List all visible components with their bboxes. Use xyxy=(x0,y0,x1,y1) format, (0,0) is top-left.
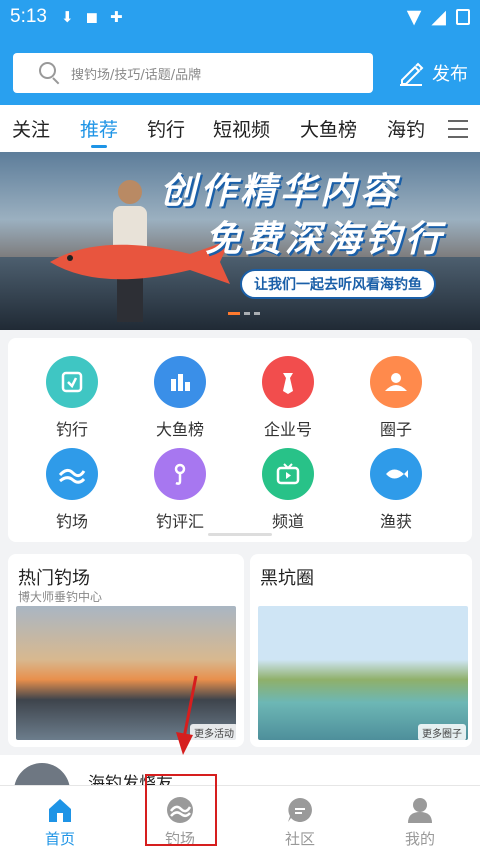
circle-icon xyxy=(370,356,422,408)
big-fish-ranking-icon xyxy=(154,356,206,408)
tab-fishing-trip[interactable]: 钓行 xyxy=(147,105,185,152)
status-notification-icons: ⬇ ◼ ✚ xyxy=(61,8,123,26)
top-header: 搜钓场/技巧/话题/品牌 发布 xyxy=(0,33,480,105)
profile-icon xyxy=(408,798,432,823)
search-placeholder: 搜钓场/技巧/话题/品牌 xyxy=(71,67,202,83)
tab-sea-fishing[interactable]: 海钓 xyxy=(387,105,425,152)
grid-item-channel[interactable]: 频道 xyxy=(238,448,338,532)
tab-follow[interactable]: 关注 xyxy=(12,105,50,152)
grid-item-circle[interactable]: 圈子 xyxy=(346,356,446,440)
grid-item-enterprise[interactable]: 企业号 xyxy=(238,356,338,440)
tab-big-fish[interactable]: 大鱼榜 xyxy=(300,105,357,152)
nav-community[interactable]: 社区 xyxy=(240,786,360,853)
grid-page-indicator xyxy=(208,533,272,536)
status-system-icons: ▼ ◢ xyxy=(407,6,470,28)
grid-item-review[interactable]: 钓评汇 xyxy=(130,448,230,532)
sunset-lake-image xyxy=(16,606,236,740)
banner-pagination xyxy=(228,312,260,315)
download-icon: ⬇ xyxy=(60,7,74,26)
grid-label: 钓评汇 xyxy=(155,512,204,531)
search-icon xyxy=(39,62,61,85)
more-circles-link[interactable]: 更多圈子 xyxy=(418,724,466,741)
black-pit-circle-card[interactable]: 黑坑圈 更多圈子 xyxy=(250,554,472,747)
signal-icon: ◢ xyxy=(431,5,446,28)
grid-label: 渔获 xyxy=(379,512,412,531)
card-title: 黑坑圈 xyxy=(260,568,314,589)
home-icon xyxy=(49,799,71,822)
nav-home[interactable]: 首页 xyxy=(0,786,120,853)
category-tabs: 关注 推荐 钓行 短视频 大鱼榜 海钓 xyxy=(0,105,480,152)
fishing-spot-icon xyxy=(46,448,98,500)
search-bar[interactable]: 搜钓场/技巧/话题/品牌 xyxy=(13,53,373,93)
nav-label: 我的 xyxy=(404,830,435,848)
more-tabs-menu-icon[interactable] xyxy=(448,120,468,138)
grid-item-big-fish-ranking[interactable]: 大鱼榜 xyxy=(130,356,230,440)
grid-label: 圈子 xyxy=(379,420,412,439)
catch-icon xyxy=(370,448,422,500)
grid-item-catch[interactable]: 渔获 xyxy=(346,448,446,532)
card-subtitle: 博大师垂钓中心 xyxy=(18,590,103,604)
community-icon xyxy=(288,798,312,822)
card-title: 热门钓场 xyxy=(18,568,90,589)
edit-icon xyxy=(400,62,424,86)
hot-fishing-spots-card[interactable]: 热门钓场 博大师垂钓中心 更多活动 xyxy=(8,554,244,747)
battery-icon xyxy=(456,8,470,25)
feed-preview[interactable]: 海钓发烧友 xyxy=(0,755,480,819)
grid-label: 频道 xyxy=(271,512,304,531)
publish-label: 发布 xyxy=(432,64,468,85)
grid-label: 钓场 xyxy=(55,512,88,531)
tab-short-video[interactable]: 短视频 xyxy=(213,105,270,152)
feature-grid: 钓行 大鱼榜 企业号 圈子 钓场 钓评汇 频道 渔获 xyxy=(8,338,472,542)
nav-label: 社区 xyxy=(284,830,315,848)
review-icon xyxy=(154,448,206,500)
nav-profile[interactable]: 我的 xyxy=(360,786,480,853)
more-activities-link[interactable]: 更多活动 xyxy=(190,724,238,741)
app-glyph-icon: ✚ xyxy=(110,7,123,26)
nav-label: 首页 xyxy=(44,830,75,848)
tab-recommend[interactable]: 推荐 xyxy=(80,105,118,152)
enterprise-icon xyxy=(262,356,314,408)
wifi-icon: ▼ xyxy=(406,5,422,28)
status-bar: 5:13 ⬇ ◼ ✚ ▼ ◢ xyxy=(0,0,480,33)
banner-headline-1: 创作精华内容 xyxy=(160,171,401,212)
channel-icon xyxy=(262,448,314,500)
status-time: 5:13 xyxy=(10,5,47,27)
grid-item-fishing-spot[interactable]: 钓场 xyxy=(22,448,122,532)
banner-tagline: 让我们一起去听风看海钓鱼 xyxy=(240,269,436,299)
highlight-box xyxy=(145,774,217,846)
pond-fishing-image xyxy=(258,606,468,740)
grid-label: 钓行 xyxy=(55,420,88,439)
publish-button[interactable]: 发布 xyxy=(398,53,468,93)
app-a-icon: ◼ xyxy=(85,7,99,26)
grid-item-fishing-trip[interactable]: 钓行 xyxy=(22,356,122,440)
grid-label: 大鱼榜 xyxy=(155,420,204,439)
promo-banner[interactable]: 创作精华内容 免费深海钓行 让我们一起去听风看海钓鱼 xyxy=(0,152,480,330)
banner-headline-2: 免费深海钓行 xyxy=(205,219,446,260)
fishing-trip-icon xyxy=(46,356,98,408)
grid-label: 企业号 xyxy=(263,420,312,439)
bottom-navigation: 首页 钓场 社区 我的 xyxy=(0,785,480,853)
